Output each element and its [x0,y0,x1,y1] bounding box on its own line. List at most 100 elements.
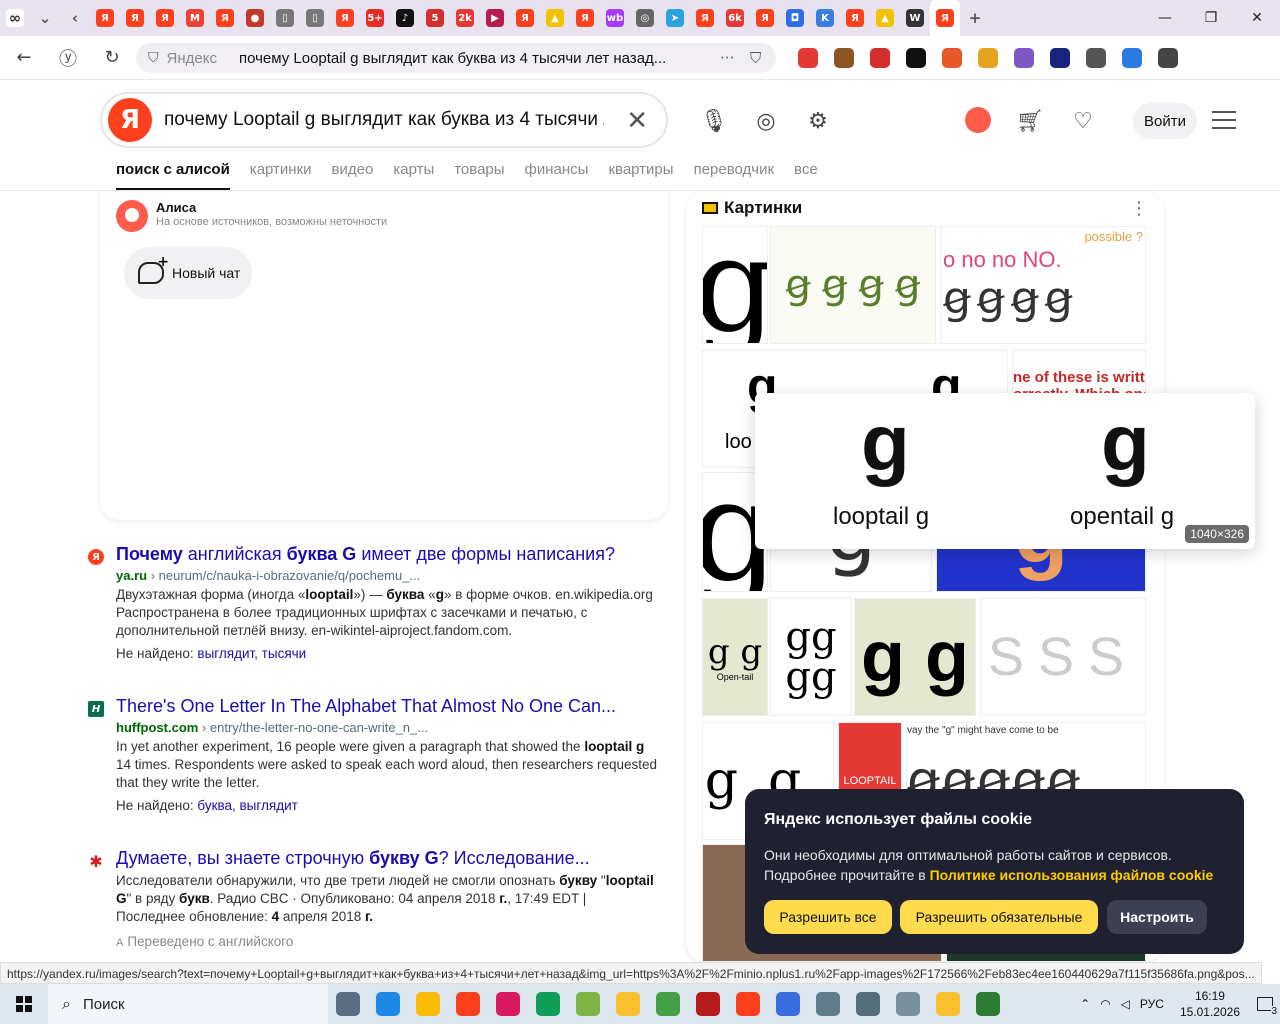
url-field[interactable]: ⛉ Яндекс почему Looptail g выглядит как … [136,43,776,73]
browser-tab[interactable]: ♪ [390,0,420,36]
taskbar-app-icon[interactable] [608,984,648,1024]
browser-tab[interactable]: ⌄ [30,0,60,36]
service-tab[interactable]: видео [332,161,374,190]
cart-icon[interactable]: 🛒︎ [1016,107,1044,135]
result-title-link[interactable]: There's One Letter In The Alphabet That … [116,696,658,717]
extension-icon[interactable] [934,36,970,80]
browser-tab[interactable]: ▲ [870,0,900,36]
browser-tab[interactable]: ➤ [660,0,690,36]
result-url[interactable]: huffpost.com › entry/the-letter-no-one-c… [116,720,658,735]
extension-icon[interactable] [1078,36,1114,80]
clear-icon[interactable]: ✕ [626,106,648,136]
taskbar-app-icon[interactable] [968,984,1008,1024]
extension-icon[interactable] [1006,36,1042,80]
reload-icon[interactable]: ↻ [90,36,134,80]
browser-tab[interactable]: ▯ [270,0,300,36]
browser-tab[interactable]: Я [210,0,240,36]
favorites-icon[interactable]: ♡ [1069,107,1097,135]
browser-tab[interactable]: ‹ [60,0,90,36]
browser-tab[interactable]: K [810,0,840,36]
image-thumbnail[interactable]: g g Open-tail [702,598,768,716]
not-found-words[interactable]: буква, выглядит [197,798,297,813]
close-window-button[interactable]: ✕ [1234,0,1280,36]
clock[interactable]: 16:19 15.01.2026 [1180,988,1240,1020]
browser-tab[interactable]: ◎ [630,0,660,36]
search-input[interactable]: почему Looptail g выглядит как буква из … [164,109,604,131]
tray-arrow-icon[interactable]: ⌃ [1080,997,1090,1011]
browser-tab[interactable]: Я [90,0,120,36]
image-thumbnail[interactable]: gg gg [770,598,852,716]
browser-tab[interactable]: Я [150,0,180,36]
result-title-link[interactable]: Почему английская буква G имеет две форм… [116,544,658,565]
browser-tab[interactable]: Я [930,0,960,36]
browser-tab[interactable]: Я [570,0,600,36]
microphone-icon[interactable]: 🎙︎ [700,107,728,135]
browser-tab[interactable]: ● [240,0,270,36]
browser-tab[interactable]: 6k [720,0,750,36]
volume-icon[interactable]: ◁ [1121,997,1130,1011]
new-chat-button[interactable]: Новый чат [124,247,252,299]
taskbar-app-icon[interactable] [808,984,848,1024]
minimize-button[interactable]: — [1142,0,1188,36]
taskbar-search[interactable]: ⌕ Поиск [48,984,328,1024]
cookie-settings-button[interactable]: Настроить [1107,900,1207,934]
browser-tab[interactable]: W [900,0,930,36]
notifications-icon[interactable]: 3 [1250,984,1280,1024]
allow-required-button[interactable]: Разрешить обязательные [900,900,1098,934]
language-indicator[interactable]: РУС [1140,997,1164,1011]
yandex-browser-icon[interactable]: ⓨ [46,36,90,80]
browser-tab[interactable]: Я [510,0,540,36]
more-icon[interactable]: ··· [720,49,734,67]
browser-tab[interactable]: 5 [420,0,450,36]
result-url[interactable]: ya.ru › neurum/c/nauka-i-obrazovanie/q/p… [116,568,658,583]
browser-tab[interactable]: Я [840,0,870,36]
taskbar-app-icon[interactable] [328,984,368,1024]
browser-tab[interactable]: 5+ [360,0,390,36]
browser-tab[interactable]: ▶ [480,0,510,36]
result-domain[interactable]: ya.ru [116,568,147,583]
taskbar-app-icon[interactable] [408,984,448,1024]
service-tab[interactable]: карты [393,161,434,190]
image-thumbnail[interactable]: ꞡ ꞡ ꞡ ꞡ [770,226,936,344]
browser-tab[interactable]: Я [690,0,720,36]
service-tab[interactable]: финансы [525,161,589,190]
service-tab[interactable]: поиск с алисой [116,161,230,190]
service-tab[interactable]: все [794,161,818,190]
maximize-button[interactable]: ❐ [1188,0,1234,36]
browser-tab[interactable]: ∞ [0,0,30,36]
extension-icon[interactable] [826,36,862,80]
back-icon[interactable]: ← [2,36,46,80]
allow-all-button[interactable]: Разрешить все [764,900,892,934]
network-icon[interactable]: ◠ [1100,997,1110,1011]
yandex-logo[interactable]: Я [108,98,152,142]
result-domain[interactable]: huffpost.com [116,720,198,735]
browser-tab[interactable]: wb [600,0,630,36]
image-thumbnail[interactable]: g g [854,598,976,716]
filters-icon[interactable]: ⚙︎ [804,107,832,135]
bookmark-icon[interactable]: ⛉ [750,49,761,67]
result-title-link[interactable]: Думаете, вы знаете строчную букву G? Исс… [116,848,658,869]
images-heading[interactable]: Картинки [702,198,802,218]
not-found-words[interactable]: выглядит, тысячи [197,646,306,661]
extension-icon[interactable] [862,36,898,80]
start-button[interactable] [0,984,48,1024]
browser-tab[interactable]: ◘ [780,0,810,36]
taskbar-app-icon[interactable] [488,984,528,1024]
browser-tab[interactable]: 2k [450,0,480,36]
taskbar-app-icon[interactable] [688,984,728,1024]
extension-icon[interactable] [1114,36,1150,80]
taskbar-app-icon[interactable] [728,984,768,1024]
service-tab[interactable]: товары [454,161,504,190]
taskbar-app-icon[interactable] [848,984,888,1024]
extension-icon[interactable] [1150,36,1186,80]
camera-icon[interactable]: ◎ [752,107,780,135]
taskbar-app-icon[interactable] [928,984,968,1024]
image-thumbnail[interactable]: g [702,226,768,344]
browser-tab[interactable]: Я [330,0,360,36]
browser-tab[interactable]: ▲ [540,0,570,36]
service-tab[interactable]: картинки [250,161,312,190]
browser-tab[interactable]: + [960,0,990,36]
taskbar-app-icon[interactable] [448,984,488,1024]
image-thumbnail[interactable]: o no no NO. possible ? ꞡꞡꞡꞡ [940,226,1146,344]
menu-icon[interactable] [1212,111,1236,135]
